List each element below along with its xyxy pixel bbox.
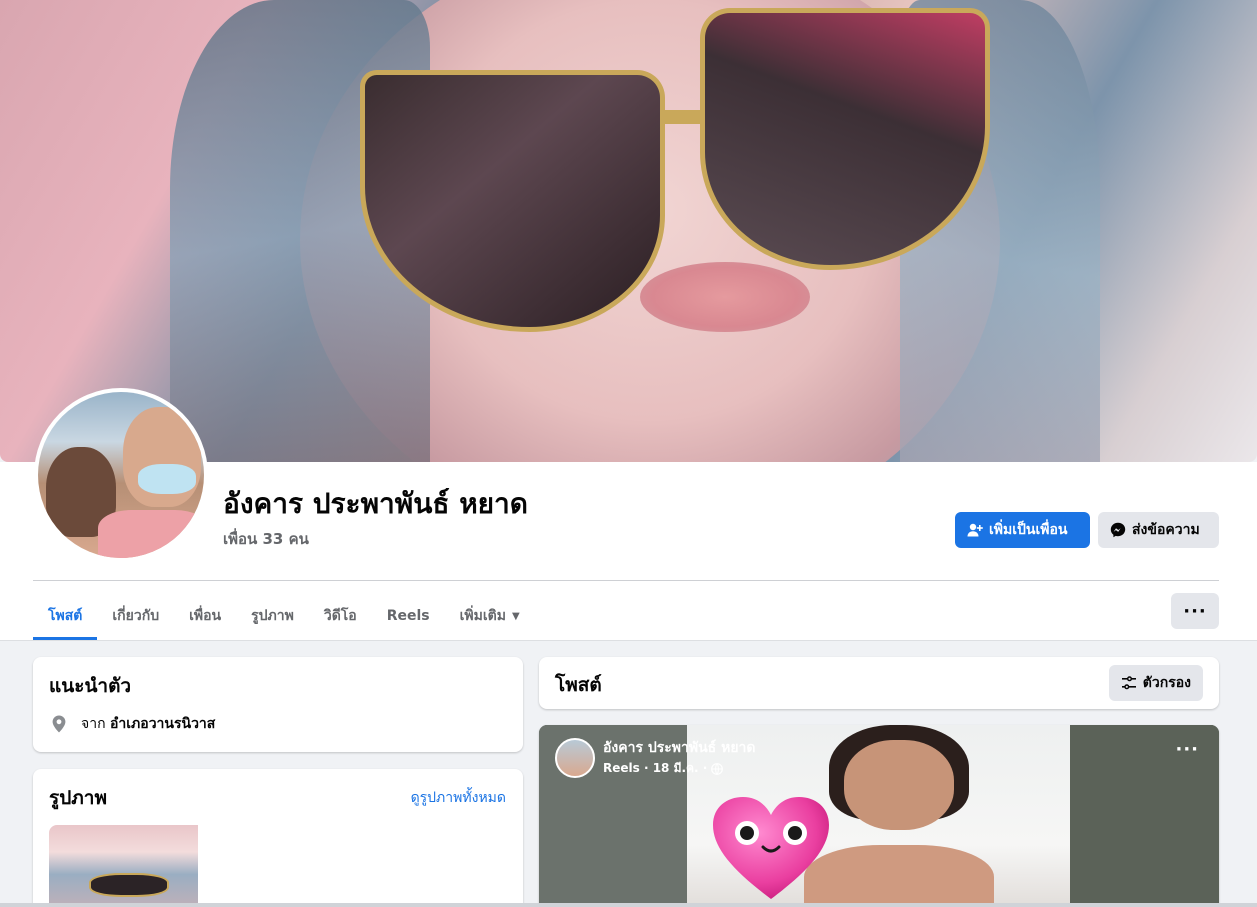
tab-label: วิดีโอ [323, 608, 357, 624]
add-friend-button[interactable]: เพิ่มเป็นเพื่อน [955, 512, 1090, 548]
photos-title: รูปภาพ [49, 787, 107, 809]
reel-author-name[interactable]: อังคาร ประพาพันธ์ หยาด [603, 737, 755, 759]
tab-label: Reels [386, 608, 430, 624]
posts-title: โพสต์ [555, 674, 602, 696]
message-label: ส่งข้อความ [1132, 522, 1200, 538]
messenger-icon [1110, 522, 1126, 538]
tab-label: รูปภาพ [251, 608, 294, 624]
tab-friends[interactable]: เพื่อน [174, 592, 236, 640]
tab-posts[interactable]: โพสต์ [33, 592, 98, 640]
tab-label: เพิ่มเติม [459, 608, 506, 624]
message-button[interactable]: ส่งข้อความ [1098, 512, 1219, 548]
reel-more-button[interactable]: ··· [1175, 739, 1199, 760]
intro-from-place[interactable]: อำเภอวานรนิวาส [110, 716, 215, 732]
profile-more-button[interactable]: ··· [1171, 593, 1219, 629]
photo-thumbnail[interactable] [49, 825, 198, 907]
tab-label: เพื่อน [189, 608, 222, 624]
reel-subtitle-text: Reels · 18 มี.ค. · [603, 761, 708, 775]
location-pin-icon [52, 715, 66, 733]
intro-title: แนะนำตัว [49, 675, 132, 697]
friends-count[interactable]: เพื่อน 33 คน [223, 527, 309, 551]
reel-person-face [844, 740, 954, 830]
thumbnail-sunglasses [89, 873, 169, 897]
bottom-scroll-edge [0, 903, 1257, 907]
reel-post-meta: อังคาร ประพาพันธ์ หยาด Reels · 18 มี.ค. … [555, 737, 755, 778]
intro-card: แนะนำตัว จาก อำเภอวานรนิวาส [33, 657, 523, 752]
chevron-down-icon: ▼ [511, 610, 520, 622]
add-friend-icon [967, 523, 983, 537]
tab-videos[interactable]: วิดีโอ [309, 592, 372, 640]
intro-from-prefix: จาก [81, 716, 106, 732]
tab-about[interactable]: เกี่ยวกับ [97, 592, 174, 640]
cover-sunglasses-bridge [660, 110, 705, 124]
photos-card: รูปภาพ ดูรูปภาพทั้งหมด [33, 769, 523, 907]
more-icon: ··· [1183, 600, 1207, 622]
reel-person-body [804, 845, 994, 907]
tab-label: เกี่ยวกับ [112, 608, 160, 624]
filter-label: ตัวกรอง [1142, 675, 1191, 691]
intro-location-row: จาก อำเภอวานรนิวาส [49, 713, 215, 735]
tab-reels[interactable]: Reels [372, 592, 445, 640]
reel-post[interactable]: อังคาร ประพาพันธ์ หยาด Reels · 18 มี.ค. … [539, 725, 1219, 907]
globe-icon [711, 762, 724, 775]
cover-photo[interactable] [0, 0, 1257, 462]
header-divider [33, 580, 1219, 581]
filter-icon [1121, 676, 1136, 690]
see-all-photos-link[interactable]: ดูรูปภาพทั้งหมด [411, 787, 506, 809]
heart-sticker-icon [713, 797, 829, 899]
profile-tabs: โพสต์ เกี่ยวกับ เพื่อน รูปภาพ วิดีโอ Ree… [33, 592, 535, 640]
avatar-image [38, 392, 204, 558]
cover-lips [640, 262, 810, 332]
avatar-shirt [98, 510, 204, 558]
avatar-face-mask [138, 464, 196, 494]
filter-button[interactable]: ตัวกรอง [1108, 665, 1203, 701]
add-friend-label: เพิ่มเป็นเพื่อน [989, 522, 1068, 538]
author-avatar[interactable] [555, 737, 595, 778]
tab-more[interactable]: เพิ่มเติม ▼ [445, 592, 535, 640]
tab-label: โพสต์ [48, 608, 83, 624]
posts-header-card: โพสต์ ตัวกรอง [539, 657, 1219, 709]
profile-avatar[interactable] [34, 388, 208, 562]
reel-subtitle: Reels · 18 มี.ค. · [603, 759, 755, 778]
profile-name: อังคาร ประพาพันธ์ หยาด [223, 487, 528, 520]
tab-photos[interactable]: รูปภาพ [236, 592, 309, 640]
